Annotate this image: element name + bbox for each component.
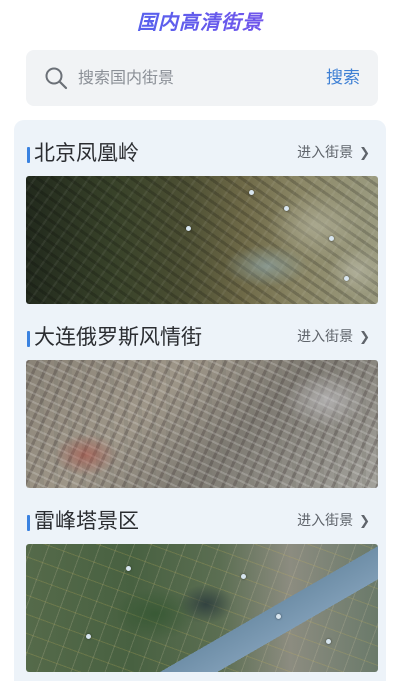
search-icon: [45, 67, 68, 90]
location-list: 北京凤凰岭 进入街景 ❯ 大连俄罗斯风情街 进入街景 ❯ 雷峰塔景区 进入街景 ❯: [14, 120, 386, 681]
location-card[interactable]: 大连俄罗斯风情街 进入街景 ❯: [14, 304, 386, 488]
location-name: 大连俄罗斯风情街: [34, 325, 202, 349]
search-button[interactable]: 搜索: [326, 50, 360, 106]
map-pin-icon: [329, 236, 334, 241]
map-pin-icon: [126, 566, 131, 571]
enter-street-view-button[interactable]: 进入街景 ❯: [297, 142, 370, 165]
page-title: 国内高清街景: [0, 6, 400, 35]
section-marker: [27, 147, 30, 163]
map-pin-icon: [326, 639, 331, 644]
search-bar[interactable]: 搜索国内街景 搜索: [26, 50, 378, 106]
map-pin-icon: [241, 574, 246, 579]
map-pin-icon: [284, 206, 289, 211]
location-thumbnail[interactable]: [26, 360, 378, 488]
map-pin-icon: [86, 634, 91, 639]
enter-street-view-button[interactable]: 进入街景 ❯: [297, 510, 370, 533]
chevron-right-icon: ❯: [359, 514, 370, 529]
location-card[interactable]: 雷峰塔景区 进入街景 ❯: [14, 488, 386, 672]
search-input[interactable]: 搜索国内街景: [78, 50, 174, 106]
map-pin-icon: [276, 614, 281, 619]
chevron-right-icon: ❯: [359, 330, 370, 345]
location-name: 雷峰塔景区: [34, 509, 139, 533]
map-pin-icon: [249, 190, 254, 195]
location-name: 北京凤凰岭: [34, 141, 139, 165]
section-marker: [27, 515, 30, 531]
map-pin-icon: [344, 276, 349, 281]
map-pin-icon: [186, 226, 191, 231]
enter-street-view-button[interactable]: 进入街景 ❯: [297, 326, 370, 349]
location-thumbnail[interactable]: [26, 544, 378, 672]
enter-label: 进入街景: [297, 329, 354, 345]
location-card[interactable]: 北京凤凰岭 进入街景 ❯: [14, 120, 386, 304]
chevron-right-icon: ❯: [359, 146, 370, 161]
enter-label: 进入街景: [297, 145, 354, 161]
section-marker: [27, 331, 30, 347]
location-thumbnail[interactable]: [26, 176, 378, 304]
enter-label: 进入街景: [297, 513, 354, 529]
